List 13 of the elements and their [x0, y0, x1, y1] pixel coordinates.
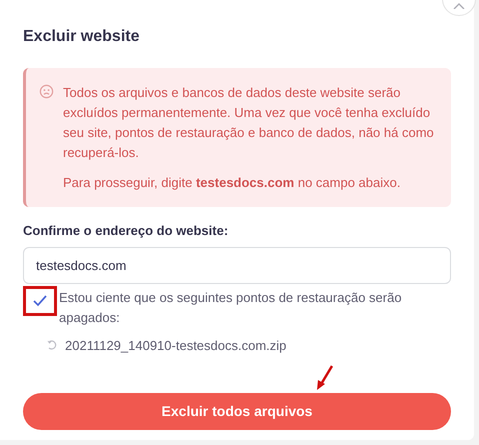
field-label: Confirme o endereço do website: — [23, 222, 230, 240]
arrow-annotation-icon — [316, 365, 334, 391]
close-icon — [453, 3, 465, 9]
confirm-checkbox[interactable] — [32, 292, 48, 308]
address-input-field[interactable]: testesdocs.com — [23, 246, 451, 284]
restore-point-name: 20211129_140910-testesdocs.com.zip — [65, 336, 286, 355]
check-icon — [33, 294, 47, 306]
alert-text: Para prosseguir, digite testesdocs.com no campo abaixo. — [63, 174, 402, 192]
checkbox-label: Estou ciente que os seguintes pontos de restauração serão apagados: — [59, 288, 403, 327]
alert-text: Todos os arquivos e bancos de dados deste website serão excluídos permanentemente. Uma vez que você tenha excluído seu site, pontos de restauração e banco de dados, não há como recuperá-los. — [63, 84, 435, 162]
sad-face-icon — [39, 84, 54, 99]
dialog-title: Excluir website — [23, 27, 140, 47]
restore-icon — [47, 340, 57, 350]
